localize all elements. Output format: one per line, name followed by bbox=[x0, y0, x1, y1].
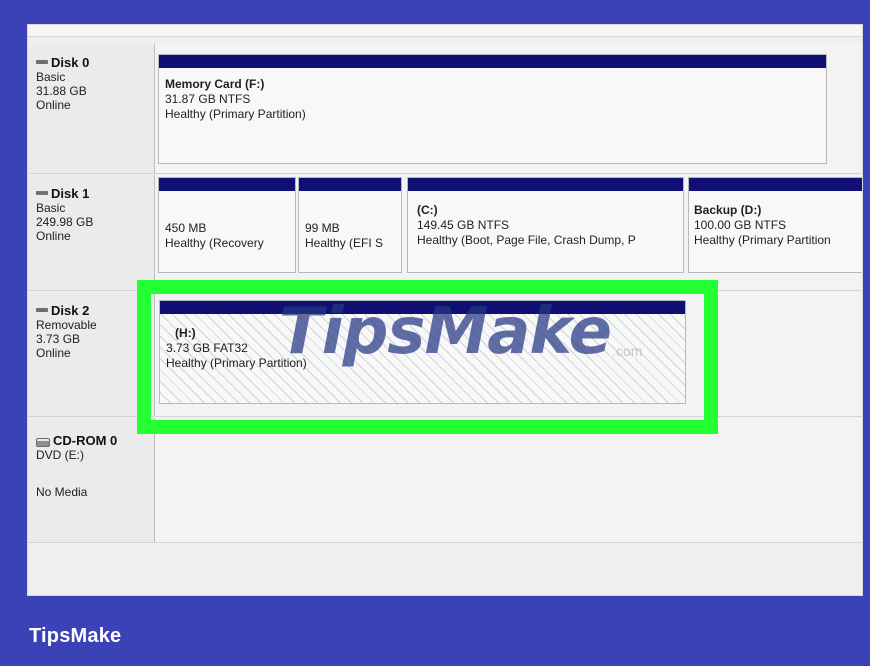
disk-space-disk-0: Memory Card (F:) 31.87 GB NTFS Healthy (… bbox=[155, 44, 862, 173]
disk-size: 31.88 GB bbox=[36, 84, 87, 98]
hard-disk-icon bbox=[36, 60, 48, 64]
disk-space-disk-1: 450 MB Healthy (Recovery 99 MB Healthy (… bbox=[155, 175, 862, 290]
partition-name: Memory Card (F:) bbox=[165, 77, 265, 91]
partition-header-bar bbox=[160, 301, 685, 314]
disk-label-disk-2[interactable]: Disk 2 Removable 3.73 GB Online bbox=[28, 292, 155, 416]
disk-label-disk-0[interactable]: Disk 0 Basic 31.88 GB Online bbox=[28, 44, 155, 173]
disk-row-disk-0: Disk 0 Basic 31.88 GB Online Memory Card… bbox=[28, 44, 862, 174]
partition-name: Backup (D:) bbox=[694, 203, 762, 217]
top-strip bbox=[28, 25, 862, 37]
partition-details: 99 MB Healthy (EFI S bbox=[305, 221, 395, 251]
partition-header-bar bbox=[159, 178, 295, 191]
partition-c[interactable]: (C:) 149.45 GB NTFS Healthy (Boot, Page … bbox=[407, 177, 684, 273]
hard-disk-icon bbox=[36, 191, 48, 195]
partition-file-system: 149.45 GB NTFS bbox=[417, 218, 510, 232]
partition-details: (C:) 149.45 GB NTFS Healthy (Boot, Page … bbox=[417, 203, 677, 248]
disk-space-disk-2: (H:) 3.73 GB FAT32 Healthy (Primary Part… bbox=[155, 292, 862, 416]
disk-title: Disk 1 bbox=[36, 187, 154, 201]
disk-title-text: Disk 2 bbox=[51, 303, 90, 318]
partition-name: (C:) bbox=[417, 203, 438, 217]
disk-title-text: Disk 1 bbox=[51, 186, 90, 201]
disk-type: Basic bbox=[36, 201, 66, 215]
partition-recovery[interactable]: 450 MB Healthy (Recovery bbox=[158, 177, 296, 273]
partition-health: Healthy (Boot, Page File, Crash Dump, P bbox=[417, 233, 636, 247]
partition-h[interactable]: (H:) 3.73 GB FAT32 Healthy (Primary Part… bbox=[159, 300, 686, 404]
disk-title-text: CD-ROM 0 bbox=[53, 433, 118, 448]
disk-status: Online bbox=[36, 229, 71, 243]
disk-row-disk-1: Disk 1 Basic 249.98 GB Online 450 MB Hea… bbox=[28, 175, 862, 291]
partition-file-system: 3.73 GB FAT32 bbox=[166, 341, 248, 355]
partition-details: 450 MB Healthy (Recovery bbox=[165, 221, 289, 251]
disk-type: Removable bbox=[36, 318, 97, 332]
disk-status: Online bbox=[36, 98, 71, 112]
disk-space-cd-rom-0 bbox=[155, 418, 862, 542]
partition-health: Healthy (EFI S bbox=[305, 236, 384, 250]
label-spacer bbox=[36, 462, 154, 485]
disk-label-disk-1[interactable]: Disk 1 Basic 249.98 GB Online bbox=[28, 175, 155, 290]
partition-file-system: 31.87 GB NTFS bbox=[165, 92, 251, 106]
partition-details: Backup (D:) 100.00 GB NTFS Healthy (Prim… bbox=[694, 203, 862, 248]
partition-header-bar bbox=[689, 178, 862, 191]
disk-label-cd-rom-0[interactable]: CD-ROM 0 DVD (E:) No Media bbox=[28, 418, 155, 542]
partition-health: Healthy (Primary Partition) bbox=[166, 356, 307, 370]
disk-size: 249.98 GB bbox=[36, 215, 94, 229]
partition-file-system: 100.00 GB NTFS bbox=[694, 218, 787, 232]
footer-brand: TipsMake bbox=[29, 625, 122, 647]
partition-health: Healthy (Primary Partition bbox=[694, 233, 831, 247]
media-status: No Media bbox=[36, 485, 88, 499]
partition-header-bar bbox=[159, 55, 826, 68]
partition-size: 99 MB bbox=[305, 221, 340, 235]
disk-row-cd-rom-0: CD-ROM 0 DVD (E:) No Media bbox=[28, 418, 862, 543]
partition-name: (H:) bbox=[175, 326, 196, 340]
partition-memory-card-f[interactable]: Memory Card (F:) 31.87 GB NTFS Healthy (… bbox=[158, 54, 827, 164]
disk-type: Basic bbox=[36, 70, 66, 84]
disk-management-window: Disk 0 Basic 31.88 GB Online Memory Card… bbox=[27, 24, 863, 596]
partition-details: Memory Card (F:) 31.87 GB NTFS Healthy (… bbox=[165, 77, 820, 122]
disk-title: Disk 2 bbox=[36, 304, 154, 318]
partition-health: Healthy (Primary Partition) bbox=[165, 107, 306, 121]
disk-size: 3.73 GB bbox=[36, 332, 81, 346]
drive-letter: DVD (E:) bbox=[36, 448, 84, 462]
partition-size: 450 MB bbox=[165, 221, 207, 235]
partition-details: (H:) 3.73 GB FAT32 Healthy (Primary Part… bbox=[166, 326, 679, 371]
cd-rom-icon bbox=[36, 437, 50, 447]
disk-status: Online bbox=[36, 346, 71, 360]
partition-header-bar bbox=[408, 178, 683, 191]
partition-header-bar bbox=[299, 178, 401, 191]
partition-efi[interactable]: 99 MB Healthy (EFI S bbox=[298, 177, 402, 273]
disk-title-text: Disk 0 bbox=[51, 55, 90, 70]
partition-backup-d[interactable]: Backup (D:) 100.00 GB NTFS Healthy (Prim… bbox=[688, 177, 862, 273]
disk-row-disk-2: Disk 2 Removable 3.73 GB Online (H:) 3.7… bbox=[28, 292, 862, 417]
disk-title: Disk 0 bbox=[36, 56, 154, 70]
disk-title: CD-ROM 0 bbox=[36, 434, 154, 448]
hard-disk-icon bbox=[36, 308, 48, 312]
partition-health: Healthy (Recovery bbox=[165, 236, 264, 250]
